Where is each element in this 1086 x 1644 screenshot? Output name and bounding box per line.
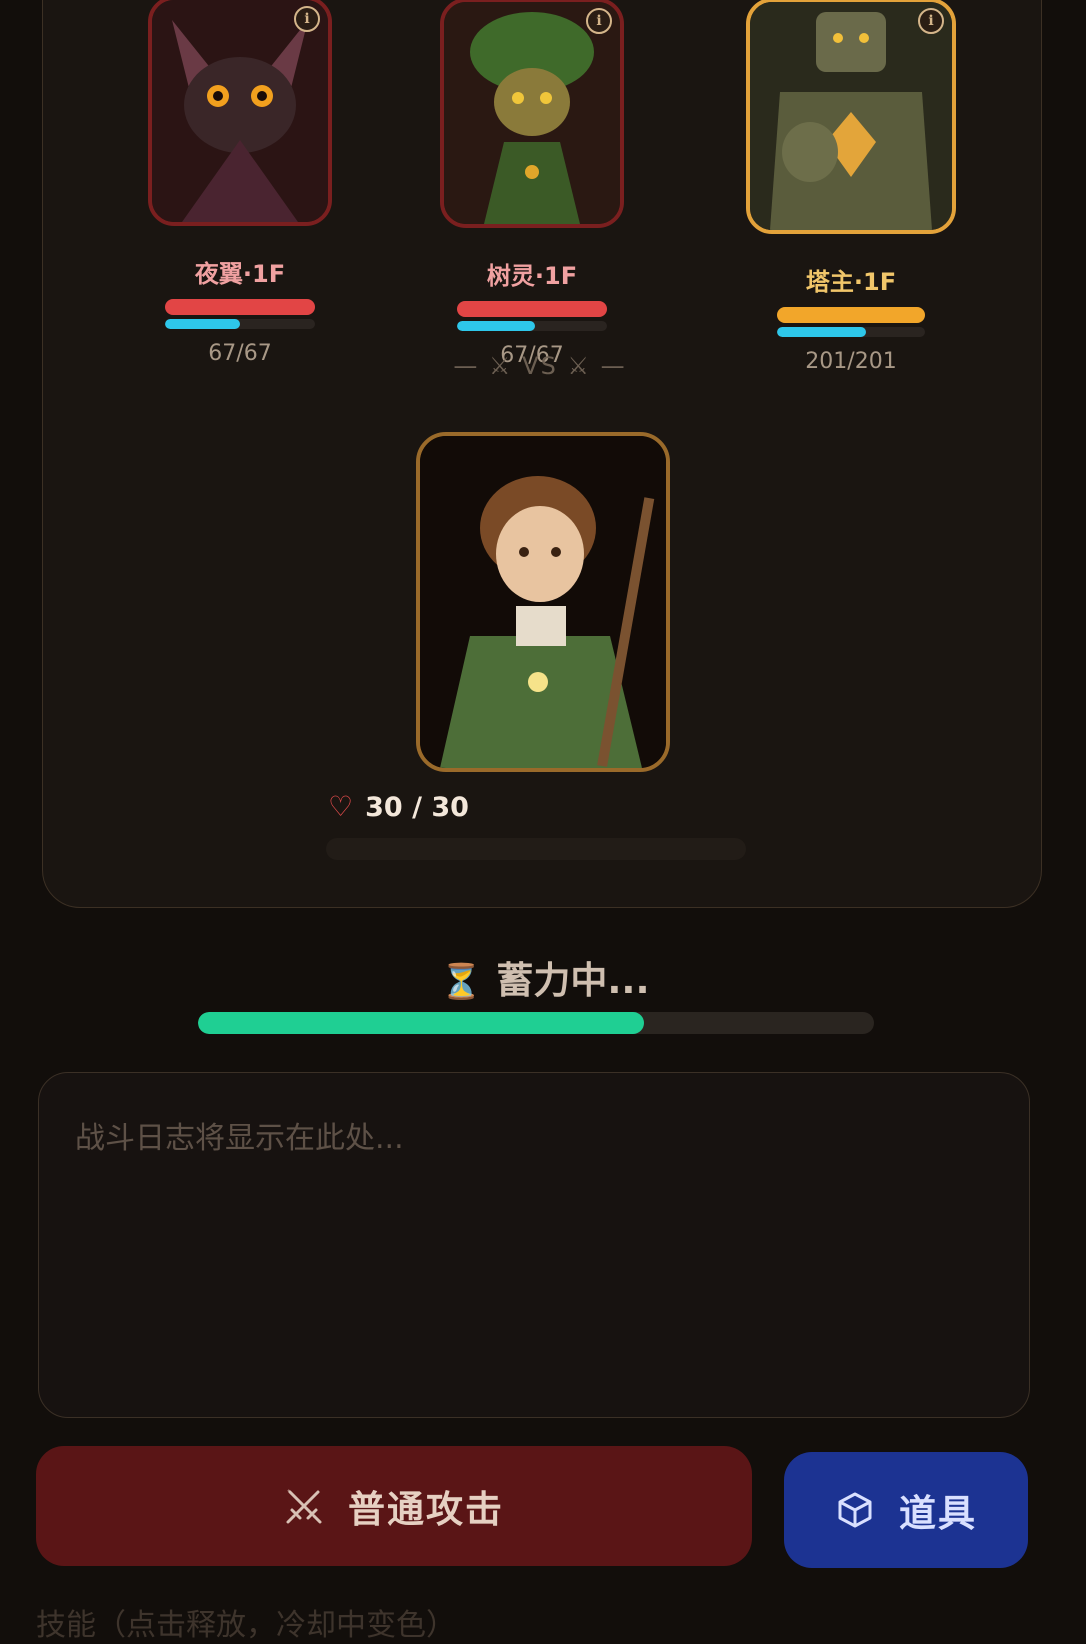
charge-progress-fill (198, 1012, 645, 1034)
tree-spirit-image (444, 2, 620, 224)
enemy-name: 树灵·1F (486, 262, 578, 290)
boss-portrait[interactable]: i (746, 0, 956, 234)
stone-golem-image (750, 2, 952, 230)
battle-log[interactable]: 战斗日志将显示在此处... (38, 1072, 1030, 1418)
hero-hp-text: 30 / 30 (365, 792, 469, 823)
enemy-card-boss[interactable]: i 塔主·1F 201/201 (736, 0, 966, 374)
versus-divider: — ⚔ VS ⚔ — (453, 352, 627, 380)
hero-image (420, 436, 666, 768)
attack-button[interactable]: 普通攻击 (36, 1446, 752, 1566)
bat-creature-image (152, 0, 328, 222)
charge-label: 蓄力中... (496, 959, 650, 1002)
hero-hp-readout: ♡ 30 / 30 (328, 790, 469, 823)
attack-button-label: 普通攻击 (348, 1488, 504, 1531)
boss-hp-text: 201/201 (805, 349, 897, 374)
charge-progress-bar (198, 1012, 874, 1034)
boss-name: 塔主·1F (805, 268, 897, 296)
enemy-card-tree-spirit[interactable]: i 树灵·1F 67/67 (432, 0, 632, 368)
info-icon[interactable]: i (294, 6, 320, 32)
enemy-hp-bar (457, 301, 607, 317)
hero-portrait[interactable] (416, 432, 670, 772)
skills-section-heading: 技能（点击释放，冷却中变色） (36, 1608, 456, 1643)
items-button-label: 道具 (899, 1492, 977, 1535)
battle-log-placeholder: 战斗日志将显示在此处... (75, 1121, 404, 1156)
enemy-portrait[interactable]: i (440, 0, 624, 228)
enemy-hp-text: 67/67 (208, 341, 272, 366)
info-icon[interactable]: i (918, 8, 944, 34)
charge-status: ⏳ 蓄力中... (440, 950, 650, 1004)
info-icon[interactable]: i (586, 8, 612, 34)
enemy-mp-bar (457, 321, 607, 331)
boss-hp-bar (777, 307, 925, 323)
heart-icon: ♡ (328, 790, 354, 823)
enemy-name: 夜翼·1F (194, 260, 286, 288)
hourglass-icon: ⏳ (440, 962, 483, 1002)
enemy-card-bat[interactable]: i 夜翼·1F 67/67 (140, 0, 340, 366)
enemy-hp-bar (165, 299, 315, 315)
boss-mp-bar (777, 327, 925, 337)
package-box-icon (838, 1492, 872, 1528)
hero-hp-track (326, 838, 746, 860)
enemy-portrait[interactable]: i (148, 0, 332, 226)
items-button[interactable]: 道具 (784, 1452, 1028, 1568)
enemy-mp-bar (165, 319, 315, 329)
crossed-swords-icon (286, 1489, 322, 1524)
